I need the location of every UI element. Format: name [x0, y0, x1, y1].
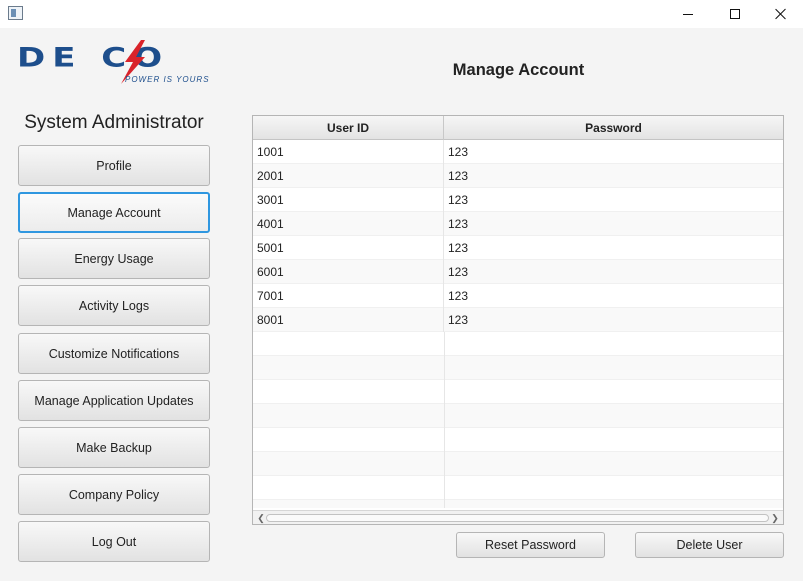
table-body: 1001 123 2001 123 3001 123 4001 123 5001… [253, 140, 783, 332]
manage-application-updates-button[interactable]: Manage Application Updates [18, 380, 210, 421]
activity-logs-button[interactable]: Activity Logs [18, 285, 210, 326]
make-backup-button[interactable]: Make Backup [18, 427, 210, 468]
company-policy-button[interactable]: Company Policy [18, 474, 210, 515]
cell-user-id: 3001 [253, 188, 444, 212]
scrollbar-thumb[interactable] [266, 514, 769, 522]
logo-tagline: POWER IS YOURS [125, 75, 210, 84]
cell-password: 123 [448, 289, 469, 303]
table-row[interactable]: 7001 123 [253, 284, 783, 308]
cell-user-id: 1001 [253, 140, 444, 164]
table-row[interactable]: 4001 123 [253, 212, 783, 236]
table-row[interactable]: 6001 123 [253, 260, 783, 284]
window-title-bar [0, 0, 803, 28]
table-row[interactable]: 3001 123 [253, 188, 783, 212]
horizontal-scrollbar[interactable]: ❮ ❯ [253, 510, 783, 524]
profile-button[interactable]: Profile [18, 145, 210, 186]
role-title: System Administrator [24, 112, 204, 133]
reset-password-button[interactable]: Reset Password [456, 532, 605, 558]
cell-password: 123 [448, 241, 469, 255]
app-icon [8, 6, 23, 20]
close-icon [775, 8, 787, 20]
column-header-user-id[interactable]: User ID [253, 116, 444, 140]
cell-user-id: 4001 [253, 212, 444, 236]
page-title: Manage Account [452, 61, 585, 79]
cell-password: 123 [448, 265, 469, 279]
minimize-button[interactable] [665, 0, 711, 28]
maximize-icon [730, 9, 740, 19]
table-row[interactable]: 5001 123 [253, 236, 783, 260]
cell-user-id: 5001 [253, 236, 444, 260]
delete-user-button[interactable]: Delete User [635, 532, 784, 558]
cell-user-id: 2001 [253, 164, 444, 188]
table-row[interactable]: 1001 123 [253, 140, 783, 164]
column-header-password[interactable]: Password [444, 116, 783, 140]
minimize-icon [683, 13, 693, 15]
cell-user-id: 6001 [253, 260, 444, 284]
cell-password: 123 [448, 169, 469, 183]
scroll-right-icon[interactable]: ❯ [769, 512, 781, 524]
table-row[interactable]: 8001 123 [253, 308, 783, 332]
cell-user-id: 8001 [253, 308, 444, 332]
company-logo: DE CO POWER IS YOURS [17, 40, 222, 88]
cell-password: 123 [448, 193, 469, 207]
energy-usage-button[interactable]: Energy Usage [18, 238, 210, 279]
table-empty-rows [253, 332, 783, 508]
accounts-table[interactable]: User ID Password 1001 123 2001 123 3001 … [252, 115, 784, 525]
cell-password: 123 [448, 313, 469, 327]
maximize-button[interactable] [712, 0, 758, 28]
customize-notifications-button[interactable]: Customize Notifications [18, 333, 210, 374]
manage-account-button[interactable]: Manage Account [18, 192, 210, 233]
cell-user-id: 7001 [253, 284, 444, 308]
log-out-button[interactable]: Log Out [18, 521, 210, 562]
cell-password: 123 [448, 145, 469, 159]
cell-password: 123 [448, 217, 469, 231]
table-header: User ID Password [253, 116, 783, 140]
table-row[interactable]: 2001 123 [253, 164, 783, 188]
close-button[interactable] [758, 0, 803, 28]
